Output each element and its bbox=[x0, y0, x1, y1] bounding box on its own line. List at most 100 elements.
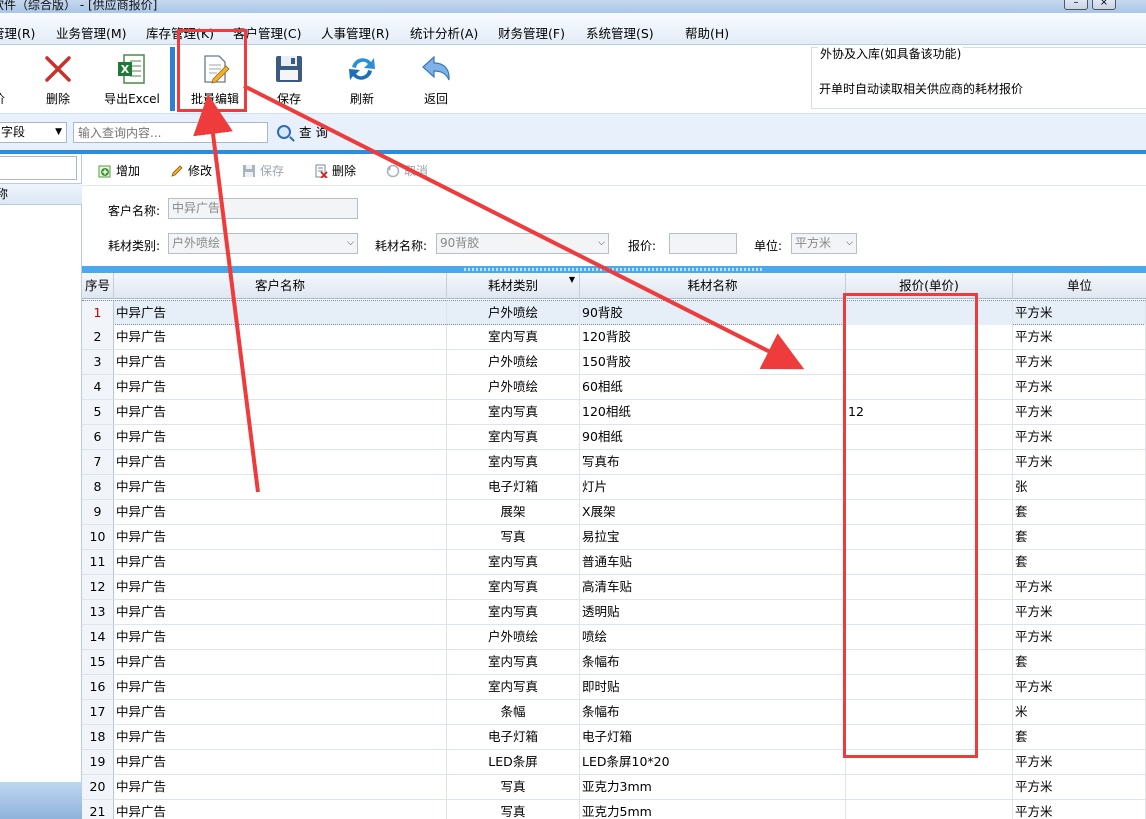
menu-item-business[interactable]: 业务管理(M) bbox=[56, 23, 127, 42]
cell-unit[interactable]: 平方米 bbox=[1013, 625, 1146, 649]
table-row[interactable]: 8 中异广告 电子灯箱 灯片 张 bbox=[82, 475, 1146, 500]
cell-price[interactable] bbox=[846, 575, 1013, 599]
cell-category[interactable]: 室内写真 bbox=[447, 650, 580, 674]
cell-category[interactable]: 展架 bbox=[447, 500, 580, 524]
table-row[interactable]: 16 中异广告 室内写真 即时贴 平方米 bbox=[82, 675, 1146, 700]
edit-button[interactable]: 修改 bbox=[170, 162, 212, 180]
cell-unit[interactable]: 套 bbox=[1013, 500, 1146, 524]
cell-unit[interactable]: 套 bbox=[1013, 550, 1146, 574]
cell-unit[interactable]: 平方米 bbox=[1013, 675, 1146, 699]
material-select[interactable]: 90背胶 ⌵ bbox=[436, 233, 609, 254]
cell-material[interactable]: 亚克力5mm bbox=[580, 800, 846, 819]
table-row[interactable]: 15 中异广告 室内写真 条幅布 套 bbox=[82, 650, 1146, 675]
cell-unit[interactable]: 平方米 bbox=[1013, 450, 1146, 474]
cell-price[interactable] bbox=[846, 375, 1013, 399]
refresh-button[interactable]: 刷新 bbox=[340, 45, 384, 113]
cell-category[interactable]: 室内写真 bbox=[447, 450, 580, 474]
cell-material[interactable]: 喷绘 bbox=[580, 625, 846, 649]
cell-material[interactable]: 120背胶 bbox=[580, 325, 846, 349]
cell-no[interactable]: 21 bbox=[82, 800, 114, 819]
cell-no[interactable]: 10 bbox=[82, 525, 114, 549]
cell-unit[interactable]: 平方米 bbox=[1013, 800, 1146, 819]
cell-customer[interactable]: 中异广告 bbox=[114, 475, 447, 499]
cell-price[interactable] bbox=[846, 301, 1013, 325]
cell-customer[interactable]: 中异广告 bbox=[114, 775, 447, 799]
header-price[interactable]: 报价(单价) bbox=[846, 273, 1013, 299]
cell-material[interactable]: 灯片 bbox=[580, 475, 846, 499]
cell-unit[interactable]: 平方米 bbox=[1013, 375, 1146, 399]
menu-item-system[interactable]: 系统管理(S) bbox=[586, 23, 654, 42]
cell-price[interactable] bbox=[846, 625, 1013, 649]
cell-customer[interactable]: 中异广告 bbox=[114, 725, 447, 749]
table-row[interactable]: 21 中异广告 写真 亚克力5mm 平方米 bbox=[82, 800, 1146, 819]
cell-customer[interactable]: 中异广告 bbox=[114, 400, 447, 424]
cell-category[interactable]: 户外喷绘 bbox=[447, 625, 580, 649]
table-row[interactable]: 12 中异广告 室内写真 高清车贴 平方米 bbox=[82, 575, 1146, 600]
cell-price[interactable] bbox=[846, 600, 1013, 624]
cell-no[interactable]: 3 bbox=[82, 350, 114, 374]
cell-material[interactable]: 120相纸 bbox=[580, 400, 846, 424]
batch-edit-button[interactable]: 批量编辑 bbox=[183, 45, 247, 113]
cell-unit[interactable]: 平方米 bbox=[1013, 301, 1146, 325]
cell-material[interactable]: 即时贴 bbox=[580, 675, 846, 699]
cell-unit[interactable]: 平方米 bbox=[1013, 600, 1146, 624]
cell-material[interactable]: 150背胶 bbox=[580, 350, 846, 374]
menu-item-help[interactable]: 帮助(H) bbox=[685, 23, 729, 42]
cell-no[interactable]: 11 bbox=[82, 550, 114, 574]
sub-delete-button[interactable]: 删除 bbox=[314, 162, 356, 180]
menu-item-management[interactable]: 管理(R) bbox=[0, 23, 35, 42]
menu-item-hr[interactable]: 人事管理(R) bbox=[321, 23, 389, 42]
cell-price[interactable] bbox=[846, 700, 1013, 724]
header-unit[interactable]: 单位 bbox=[1013, 273, 1146, 299]
cell-price[interactable] bbox=[846, 325, 1013, 349]
cell-material[interactable]: 电子灯箱 bbox=[580, 725, 846, 749]
cell-customer[interactable]: 中异广告 bbox=[114, 625, 447, 649]
cell-no[interactable]: 15 bbox=[82, 650, 114, 674]
cell-customer[interactable]: 中异广告 bbox=[114, 425, 447, 449]
back-button[interactable]: 返回 bbox=[414, 45, 458, 113]
cell-unit[interactable]: 平方米 bbox=[1013, 400, 1146, 424]
delete-button[interactable]: 删除 bbox=[36, 45, 80, 113]
cell-no[interactable]: 2 bbox=[82, 325, 114, 349]
cell-no[interactable]: 7 bbox=[82, 450, 114, 474]
table-row[interactable]: 20 中异广告 写真 亚克力3mm 平方米 bbox=[82, 775, 1146, 800]
cell-unit[interactable]: 平方米 bbox=[1013, 775, 1146, 799]
cell-category[interactable]: 电子灯箱 bbox=[447, 725, 580, 749]
cell-category[interactable]: 室内写真 bbox=[447, 325, 580, 349]
cell-category[interactable]: 室内写真 bbox=[447, 425, 580, 449]
cell-customer[interactable]: 中异广告 bbox=[114, 350, 447, 374]
cell-material[interactable]: 60相纸 bbox=[580, 375, 846, 399]
cell-no[interactable]: 18 bbox=[82, 725, 114, 749]
cell-price[interactable] bbox=[846, 500, 1013, 524]
cell-no[interactable]: 17 bbox=[82, 700, 114, 724]
table-row[interactable]: 17 中异广告 条幅 条幅布 米 bbox=[82, 700, 1146, 725]
cell-unit[interactable]: 平方米 bbox=[1013, 425, 1146, 449]
table-row[interactable]: 14 中异广告 户外喷绘 喷绘 平方米 bbox=[82, 625, 1146, 650]
sub-save-button[interactable]: 保存 bbox=[242, 162, 284, 180]
cell-category[interactable]: 写真 bbox=[447, 525, 580, 549]
table-row[interactable]: 2 中异广告 室内写真 120背胶 平方米 bbox=[82, 325, 1146, 350]
cell-unit[interactable]: 平方米 bbox=[1013, 325, 1146, 349]
menu-item-customer[interactable]: 客户管理(C) bbox=[233, 23, 301, 42]
cell-category[interactable]: 电子灯箱 bbox=[447, 475, 580, 499]
cell-category[interactable]: 写真 bbox=[447, 800, 580, 819]
cell-unit[interactable]: 套 bbox=[1013, 650, 1146, 674]
search-input[interactable] bbox=[73, 122, 268, 143]
cell-unit[interactable]: 套 bbox=[1013, 725, 1146, 749]
cell-unit[interactable]: 平方米 bbox=[1013, 350, 1146, 374]
cell-no[interactable]: 19 bbox=[82, 750, 114, 774]
cell-price[interactable] bbox=[846, 650, 1013, 674]
cell-category[interactable]: 室内写真 bbox=[447, 575, 580, 599]
cell-material[interactable]: 90相纸 bbox=[580, 425, 846, 449]
table-row[interactable]: 18 中异广告 电子灯箱 电子灯箱套 bbox=[82, 725, 1146, 750]
query-button[interactable]: 查 询 bbox=[275, 123, 328, 143]
cell-customer[interactable]: 中异广告 bbox=[114, 675, 447, 699]
search-field-select[interactable]: 字段 ▼ bbox=[0, 122, 67, 143]
save-button[interactable]: 保存 bbox=[267, 45, 311, 113]
cell-price[interactable] bbox=[846, 525, 1013, 549]
cell-material[interactable]: 高清车贴 bbox=[580, 575, 846, 599]
cell-price[interactable] bbox=[846, 425, 1013, 449]
cell-customer[interactable]: 中异广告 bbox=[114, 650, 447, 674]
cell-price[interactable] bbox=[846, 725, 1013, 749]
cell-material[interactable]: 写真布 bbox=[580, 450, 846, 474]
